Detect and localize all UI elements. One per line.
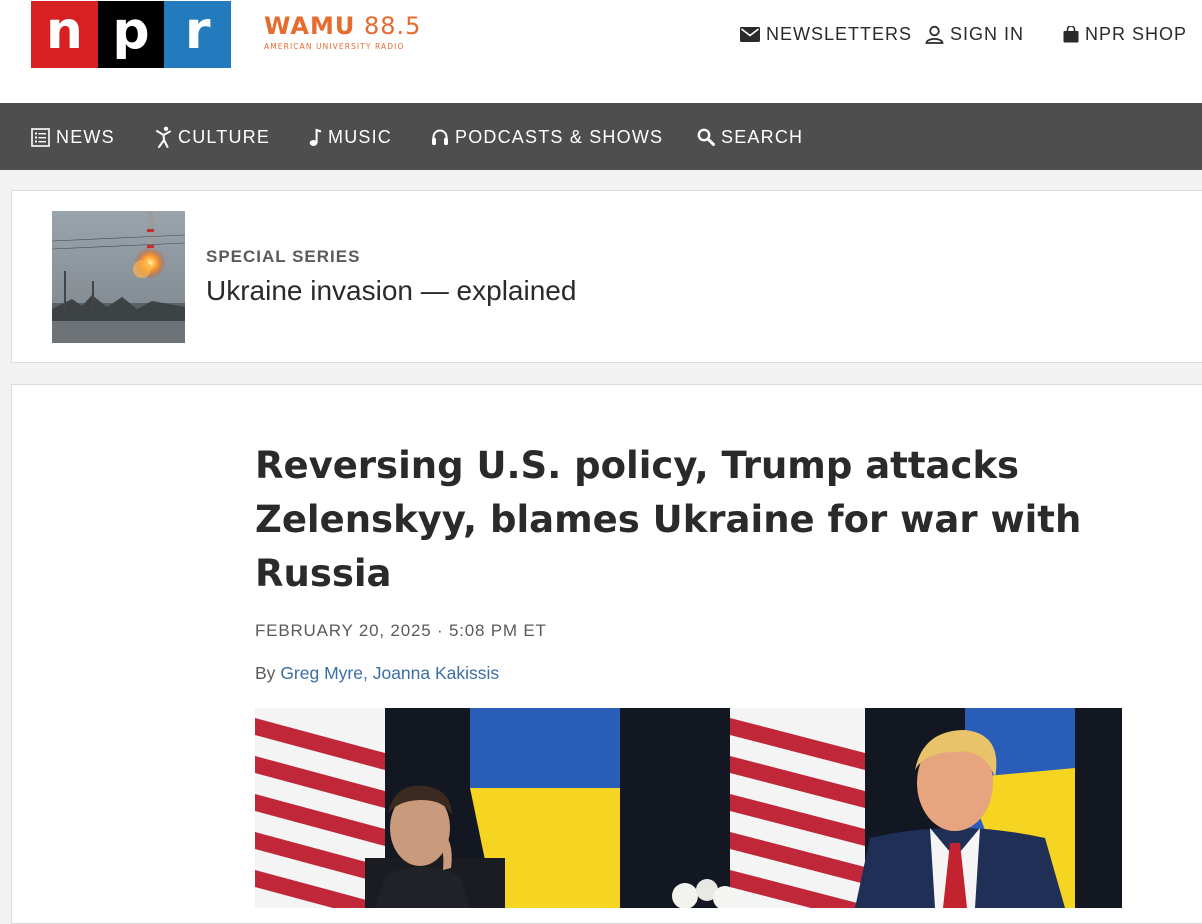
newsletters-label: NEWSLETTERS bbox=[766, 23, 913, 44]
sign-in-link[interactable]: SIGN IN bbox=[925, 22, 1024, 46]
npr-shop-link[interactable]: NPR SHOP bbox=[1063, 22, 1187, 46]
nav-search[interactable]: SEARCH bbox=[697, 125, 803, 149]
station-call-letters: WAMU bbox=[264, 12, 356, 40]
station-logo[interactable]: WAMU 88.5 AMERICAN UNIVERSITY RADIO bbox=[264, 12, 434, 56]
envelope-icon bbox=[740, 26, 760, 42]
nav-news-label: NEWS bbox=[56, 126, 115, 147]
byline-prefix: By bbox=[255, 663, 276, 683]
logo-letter-n: n bbox=[31, 1, 98, 68]
hero-image[interactable] bbox=[255, 708, 1122, 908]
station-frequency: 88.5 bbox=[363, 12, 422, 40]
sign-in-label: SIGN IN bbox=[950, 23, 1025, 44]
headphones-icon bbox=[432, 129, 448, 145]
hero-photo bbox=[255, 708, 1122, 908]
main-nav: NEWS CULTURE MUSIC PODCASTS & SHOWS SEAR… bbox=[0, 103, 1202, 170]
article-dateline: FEBRUARY 20, 2025 · 5:08 PM ET bbox=[255, 621, 547, 641]
nav-search-label: SEARCH bbox=[721, 126, 804, 147]
search-icon bbox=[697, 128, 715, 146]
article-date: FEBRUARY 20, 2025 bbox=[255, 621, 432, 640]
nav-news[interactable]: NEWS bbox=[31, 125, 115, 149]
station-subtitle: AMERICAN UNIVERSITY RADIO bbox=[264, 42, 405, 51]
author-separator: , bbox=[362, 663, 368, 683]
nav-culture-label: CULTURE bbox=[178, 126, 271, 147]
series-title-link[interactable]: Ukraine invasion — explained bbox=[206, 275, 576, 307]
author-link[interactable]: Greg Myre bbox=[280, 663, 363, 683]
special-series-card[interactable]: SPECIAL SERIES Ukraine invasion — explai… bbox=[11, 190, 1202, 363]
shopping-bag-icon bbox=[1063, 25, 1079, 42]
nav-music[interactable]: MUSIC bbox=[309, 125, 392, 149]
series-thumbnail-image bbox=[52, 211, 185, 343]
music-note-icon bbox=[309, 128, 322, 146]
nav-podcasts-label: PODCASTS & SHOWS bbox=[455, 126, 664, 147]
user-icon bbox=[925, 25, 944, 44]
article-byline: By Greg Myre, Joanna Kakissis bbox=[255, 663, 499, 684]
logo-letter-r: r bbox=[164, 1, 231, 68]
npr-logo[interactable]: n p r bbox=[31, 1, 231, 68]
newspaper-icon bbox=[31, 127, 50, 147]
nav-podcasts-shows[interactable]: PODCASTS & SHOWS bbox=[431, 125, 663, 149]
npr-shop-label: NPR SHOP bbox=[1085, 23, 1188, 44]
article-card: Reversing U.S. policy, Trump attacks Zel… bbox=[11, 384, 1202, 924]
series-kicker: SPECIAL SERIES bbox=[206, 247, 361, 266]
article-time: 5:08 PM ET bbox=[448, 621, 547, 640]
site-header: n p r WAMU 88.5 AMERICAN UNIVERSITY RADI… bbox=[0, 0, 1202, 103]
series-thumbnail[interactable] bbox=[52, 211, 185, 343]
logo-letter-p: p bbox=[97, 1, 165, 68]
nav-music-label: MUSIC bbox=[328, 126, 392, 147]
newsletters-link[interactable]: NEWSLETTERS bbox=[740, 22, 912, 46]
author-link[interactable]: Joanna Kakissis bbox=[373, 663, 499, 683]
dateline-separator: · bbox=[436, 621, 444, 640]
article-headline: Reversing U.S. policy, Trump attacks Zel… bbox=[255, 444, 1082, 595]
nav-culture[interactable]: CULTURE bbox=[155, 125, 270, 149]
dancer-icon bbox=[156, 126, 171, 148]
station-name: WAMU 88.5 bbox=[264, 12, 434, 40]
